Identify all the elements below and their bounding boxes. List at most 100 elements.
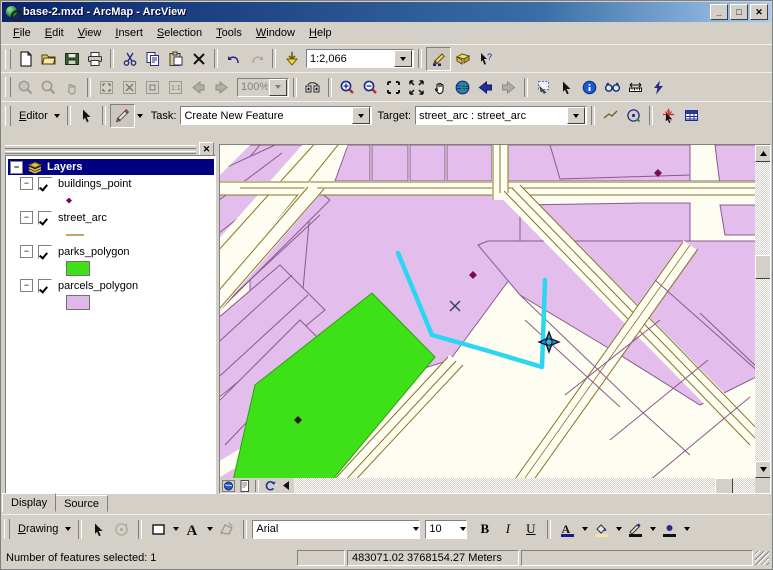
data-view-button[interactable] [220,479,236,493]
map-canvas[interactable] [220,145,755,478]
menu-file[interactable]: File [6,25,38,41]
new-document-button[interactable] [14,48,37,70]
editor-menu-arrow[interactable] [52,105,63,127]
toc-layer-parks-polygon[interactable]: − parks_polygon [6,243,215,260]
expand-collapse-icon[interactable]: − [20,245,33,258]
redo-button[interactable] [245,48,268,70]
bold-button[interactable]: B [473,518,496,540]
toc-close-button[interactable]: ✕ [199,142,214,156]
zoom-out-map-button[interactable] [359,76,382,98]
go-forward-button[interactable] [497,76,520,98]
go-back-button[interactable] [474,76,497,98]
target-dropdown-arrow[interactable] [567,107,586,124]
line-color-button[interactable] [624,518,647,540]
paste-button[interactable] [164,48,187,70]
line-color-arrow[interactable] [647,518,658,540]
expand-collapse-icon[interactable]: − [20,177,33,190]
target-combo[interactable]: street_arc : street_arc [415,106,588,125]
whats-this-help-button[interactable]: ? [474,48,497,70]
menu-help[interactable]: Help [302,25,339,41]
maximize-button[interactable]: □ [730,4,748,20]
measure-button[interactable] [624,76,647,98]
italic-button[interactable]: I [496,518,519,540]
resize-grip[interactable] [755,551,769,565]
map-scale-combo[interactable]: 1:2,066 [306,49,414,68]
toc-layer-street-arc[interactable]: − street_arc [6,209,215,226]
marker-color-button[interactable] [658,518,681,540]
fixed-zoom-in-map-button[interactable] [382,76,405,98]
scroll-down-button[interactable] [755,461,770,478]
tools-toolbar-grip[interactable] [5,77,11,97]
hyperlink-button[interactable] [647,76,670,98]
new-text-button[interactable]: A [181,518,204,540]
close-button[interactable]: ✕ [750,4,768,20]
font-color-button[interactable]: A [556,518,579,540]
delete-button[interactable] [187,48,210,70]
underline-button[interactable]: U [519,518,542,540]
task-combo[interactable]: Create New Feature [180,106,373,125]
find-button[interactable] [601,76,624,98]
font-size-combo[interactable]: 10 [425,519,468,539]
minimize-button[interactable]: _ [710,4,728,20]
fill-color-arrow[interactable] [613,518,624,540]
refresh-view-button[interactable] [262,479,278,493]
new-rectangle-button[interactable] [147,518,170,540]
tab-source[interactable]: Source [55,495,108,512]
menu-view[interactable]: View [71,25,109,41]
cut-button[interactable] [118,48,141,70]
print-button[interactable] [83,48,106,70]
scroll-up-button[interactable] [755,145,770,162]
edit-tool-button[interactable] [75,105,98,127]
menu-selection[interactable]: Selection [150,25,209,41]
sketch-tool-arrow[interactable] [135,105,146,127]
new-shape-arrow[interactable] [170,518,181,540]
sketch-tool-button[interactable] [109,103,135,128]
drawing-toolbar-grip[interactable] [4,519,10,539]
fixed-zoom-out-map-button[interactable] [405,76,428,98]
expand-collapse-icon[interactable]: − [20,279,33,292]
layer-visibility-checkbox[interactable] [38,210,52,225]
toc-tree[interactable]: − Layers − buildings_point − street_arc [5,155,216,494]
copy-button[interactable] [141,48,164,70]
font-color-arrow[interactable] [579,518,590,540]
expand-collapse-icon[interactable]: − [20,211,33,224]
new-text-arrow[interactable] [204,518,215,540]
menu-insert[interactable]: Insert [108,25,150,41]
select-elements-draw-button[interactable] [87,518,110,540]
toc-layer-buildings-point[interactable]: − buildings_point [6,175,215,192]
sketch-properties-button[interactable] [599,105,622,127]
font-name-combo[interactable]: Arial [252,519,421,539]
full-extent-globe-button[interactable] [451,76,474,98]
editor-toolbar-button[interactable] [426,46,451,71]
marker-color-arrow[interactable] [681,518,692,540]
fill-color-button[interactable] [590,518,613,540]
map-horizontal-scrollbar[interactable] [220,478,755,493]
expand-collapse-icon[interactable]: − [10,160,23,174]
select-elements-button[interactable] [555,76,578,98]
editor-toolbar-grip[interactable] [5,105,11,126]
menu-tools[interactable]: Tools [209,25,249,41]
split-tool-button[interactable] [622,105,645,127]
attributes-button[interactable] [680,105,703,127]
layout-view-button[interactable] [236,479,252,493]
identify-button[interactable] [578,76,601,98]
edit-sketch-vertices-button[interactable] [657,105,680,127]
editor-menu-button[interactable]: Editor [14,110,52,122]
select-features-button[interactable] [532,76,555,98]
show-hide-toc-button[interactable] [451,48,474,70]
save-document-button[interactable] [60,48,83,70]
layer-visibility-checkbox[interactable] [38,278,52,293]
tab-display[interactable]: Display [2,493,57,512]
toc-layer-parcels-polygon[interactable]: − parcels_polygon [6,277,215,294]
layer-visibility-checkbox[interactable] [38,176,52,191]
undo-button[interactable] [222,48,245,70]
zoom-in-map-button[interactable] [336,76,359,98]
open-document-button[interactable] [37,48,60,70]
pan-map-button[interactable] [428,76,451,98]
menu-edit[interactable]: Edit [38,25,71,41]
map-vertical-scrollbar[interactable] [755,145,770,478]
pause-drawing-button[interactable] [278,479,294,493]
add-data-button[interactable] [280,48,303,70]
task-dropdown-arrow[interactable] [352,107,371,124]
menu-window[interactable]: Window [249,25,302,41]
